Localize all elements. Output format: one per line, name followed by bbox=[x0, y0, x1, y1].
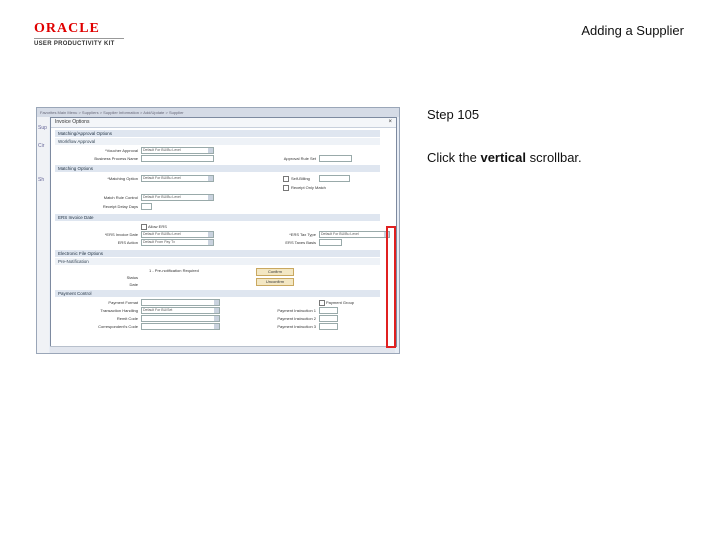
label-payment-instruction-3: Payment Instruction 3 bbox=[277, 324, 316, 329]
label-date: Date bbox=[129, 282, 138, 287]
instruction-suffix: scrollbar. bbox=[526, 150, 582, 165]
payment-instruction-3-input[interactable] bbox=[319, 323, 338, 330]
label-ers-action: ERS Action bbox=[117, 240, 138, 245]
transaction-handling-select[interactable]: Default For BU/Set bbox=[141, 307, 220, 314]
step-instruction: Click the vertical scrollbar. bbox=[427, 150, 582, 165]
instruction-prefix: Click the bbox=[427, 150, 481, 165]
label-correspondent-code: Correspondent's Code bbox=[98, 324, 138, 329]
label-status: Status bbox=[126, 275, 138, 280]
side-label-cir: Cir bbox=[38, 143, 45, 149]
section-matching-options[interactable]: Matching Options bbox=[55, 165, 380, 172]
app-screenshot: Favorites Main Menu > Suppliers > Suppli… bbox=[36, 107, 400, 354]
label-ers-invoice-date: *ERS Invoice Date bbox=[104, 232, 138, 237]
self-billing-label: Self-Billing bbox=[291, 176, 310, 181]
pre-notification-status-value: 1 - Pre-notification Required bbox=[149, 268, 199, 273]
approval-rule-input[interactable] bbox=[319, 155, 352, 162]
instruction-bold: vertical bbox=[480, 150, 527, 165]
page-title: Adding a Supplier bbox=[581, 23, 684, 38]
receipt-only-checkbox[interactable] bbox=[283, 185, 289, 191]
label-transaction-handling: Transaction Handling bbox=[100, 308, 138, 313]
logo-divider bbox=[34, 38, 124, 39]
label-match-option: *Matching Option bbox=[107, 176, 138, 181]
business-process-input[interactable] bbox=[141, 155, 214, 162]
subsection-workflow: Workflow Approval bbox=[55, 138, 380, 145]
logo-upk-text: USER PRODUCTIVITY KIT bbox=[34, 41, 115, 47]
subsection-pre-notification: Pre-Notification bbox=[55, 258, 380, 265]
label-voucher-approval: *Voucher Approval bbox=[105, 148, 138, 153]
label-match-rule: Match Rule Control bbox=[103, 195, 138, 200]
vertical-scrollbar-highlight[interactable] bbox=[386, 226, 396, 348]
oracle-upk-logo: ORACLE USER PRODUCTIVITY KIT bbox=[34, 22, 134, 47]
label-receipt-days: Receipt Delay Days bbox=[102, 204, 138, 209]
label-payment-instruction-2: Payment Instruction 2 bbox=[277, 316, 316, 321]
self-billing-input[interactable] bbox=[319, 175, 350, 182]
payment-group-label: Payment Group bbox=[326, 300, 355, 305]
unconfirm-button[interactable]: Unconfirm bbox=[256, 278, 294, 286]
ers-invoice-date-select[interactable]: Default For BU/Bu Level bbox=[141, 231, 214, 238]
receipt-only-label: Receipt Only Match bbox=[291, 185, 326, 190]
label-approval-rule: Approval Rule Set bbox=[283, 156, 316, 161]
payment-instruction-2-input[interactable] bbox=[319, 315, 338, 322]
allow-ers-label: Allow ERS bbox=[148, 224, 167, 229]
side-label-sup: Sup bbox=[38, 125, 47, 131]
horizontal-scrollbar[interactable] bbox=[50, 346, 395, 353]
logo-oracle-text: ORACLE bbox=[34, 21, 100, 36]
label-remit-code: Remit Code bbox=[116, 316, 138, 321]
ers-tax-type-select[interactable]: Default For BU/Bu Level bbox=[319, 231, 390, 238]
section-ers[interactable]: ERS Invoice Date bbox=[55, 214, 380, 221]
remit-code-select[interactable] bbox=[141, 315, 220, 322]
section-matching-approval[interactable]: Matching/Approval Options bbox=[55, 130, 380, 137]
allow-ers-checkbox[interactable] bbox=[141, 224, 147, 230]
section-payment-control[interactable]: Payment Control bbox=[55, 290, 380, 297]
dialog-titlebar: Invoice Options × bbox=[51, 118, 396, 128]
ers-tax-basis-input[interactable] bbox=[319, 239, 342, 246]
label-payment-format: Payment Format bbox=[108, 300, 138, 305]
correspondent-code-select[interactable] bbox=[141, 323, 220, 330]
app-nav-bar: Favorites Main Menu > Suppliers > Suppli… bbox=[37, 108, 399, 117]
section-electronic-file[interactable]: Electronic File Options bbox=[55, 250, 380, 257]
receipt-days-input[interactable] bbox=[141, 203, 152, 210]
step-number: Step 105 bbox=[427, 107, 480, 122]
invoice-options-dialog: Invoice Options × Matching/Approval Opti… bbox=[50, 117, 397, 347]
app-side-panel: Sup Cir Sh bbox=[37, 117, 49, 353]
close-icon[interactable]: × bbox=[388, 118, 392, 127]
match-rule-select[interactable]: Default For BU/Bu Level bbox=[141, 194, 214, 201]
label-ers-tax-basis: ERS Taxes Basis bbox=[285, 240, 316, 245]
payment-format-select[interactable] bbox=[141, 299, 220, 306]
match-option-select[interactable]: Default For BU/Bu Level bbox=[141, 175, 214, 182]
side-label-sh: Sh bbox=[38, 177, 45, 183]
dialog-title: Invoice Options bbox=[55, 119, 90, 125]
self-billing-checkbox[interactable] bbox=[283, 176, 289, 182]
confirm-button[interactable]: Confirm bbox=[256, 268, 294, 276]
label-ers-tax-type: *ERS Tax Type bbox=[289, 232, 316, 237]
ers-action-select[interactable]: Default From Pay Tx bbox=[141, 239, 214, 246]
payment-instruction-1-input[interactable] bbox=[319, 307, 338, 314]
payment-group-checkbox[interactable] bbox=[319, 300, 325, 306]
voucher-approval-select[interactable]: Default For BU/Bu Level bbox=[141, 147, 214, 154]
label-business-process: Business Process Name bbox=[94, 156, 138, 161]
label-payment-instruction-1: Payment Instruction 1 bbox=[277, 308, 316, 313]
